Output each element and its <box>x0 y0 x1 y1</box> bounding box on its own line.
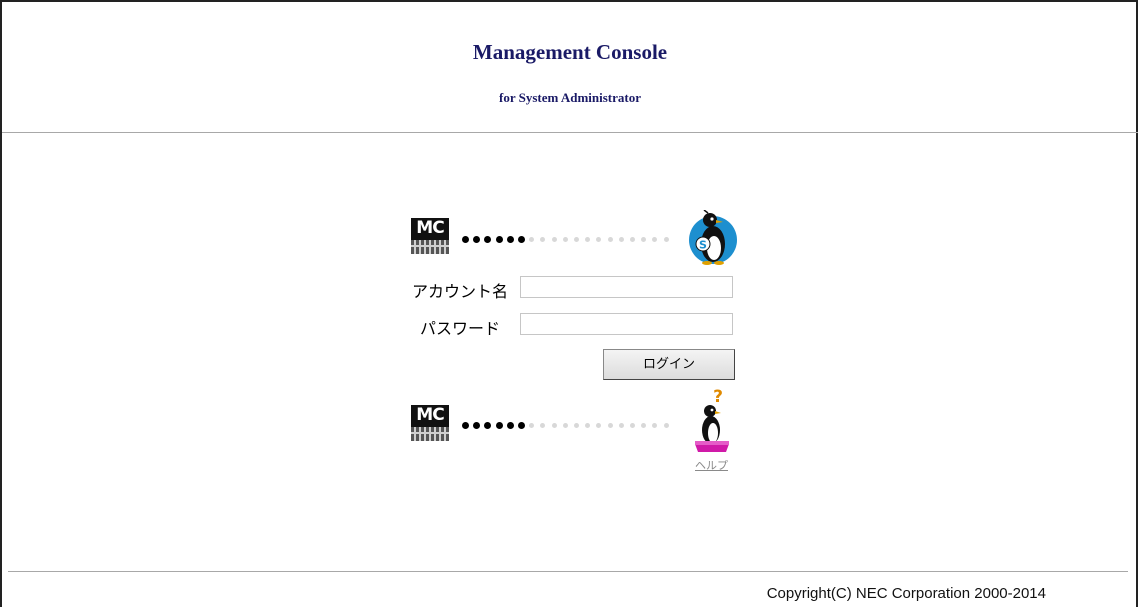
progress-dot-empty <box>596 237 602 242</box>
progress-dot-empty <box>663 423 669 428</box>
progress-dot-empty <box>585 237 591 242</box>
progress-dot-filled <box>462 422 469 429</box>
help-penguin-icon[interactable]: ? <box>692 386 732 456</box>
progress-dot-empty <box>529 237 535 242</box>
connection-dots <box>462 236 682 246</box>
progress-dot-empty <box>540 237 546 242</box>
keyboard-graphic <box>411 238 449 254</box>
page-title: Management Console <box>472 40 668 64</box>
progress-dot-filled <box>495 236 503 243</box>
mc-icon-label: MC <box>411 218 449 238</box>
progress-dot-empty <box>562 423 568 428</box>
server-penguin-icon: S <box>686 209 740 266</box>
progress-dot-filled <box>484 422 492 429</box>
connection-dots-help <box>462 422 682 432</box>
progress-dot-empty <box>551 423 557 428</box>
progress-dot-empty <box>562 237 568 242</box>
progress-dot-empty <box>529 423 535 428</box>
mc-console-icon: MC <box>411 218 449 254</box>
progress-dot-empty <box>652 423 658 428</box>
mc-icon-label-help: MC <box>411 405 449 425</box>
mc-console-icon-help: MC <box>411 405 449 441</box>
progress-dot-filled <box>473 422 481 429</box>
progress-dot-empty <box>574 423 579 428</box>
account-name-input[interactable] <box>520 276 733 298</box>
progress-dot-empty <box>551 237 557 242</box>
progress-dot-empty <box>585 423 591 428</box>
progress-dot-filled <box>518 236 525 243</box>
password-label: パスワード <box>419 321 500 338</box>
progress-dot-filled <box>462 236 469 243</box>
progress-dot-empty <box>607 237 613 242</box>
password-input[interactable] <box>520 313 733 335</box>
progress-dot-empty <box>652 237 658 242</box>
help-link[interactable]: ヘルプ <box>695 457 728 473</box>
footer-divider <box>8 571 1128 572</box>
progress-dot-filled <box>518 422 525 429</box>
progress-dot-empty <box>663 237 669 242</box>
progress-dot-filled <box>484 236 492 243</box>
progress-dot-filled <box>506 422 514 429</box>
progress-dot-empty <box>607 423 613 428</box>
progress-dot-filled <box>506 236 514 243</box>
progress-dot-filled <box>495 422 503 429</box>
progress-dot-empty <box>596 423 602 428</box>
progress-dot-empty <box>618 423 624 428</box>
progress-dot-empty <box>574 237 579 242</box>
copyright-text: Copyright(C) NEC Corporation 2000-2014 <box>766 585 1046 602</box>
account-label: アカウント名 <box>411 284 508 301</box>
keyboard-graphic-help <box>411 425 449 441</box>
progress-dot-empty <box>630 237 635 242</box>
progress-dot-empty <box>618 237 624 242</box>
progress-dot-empty <box>630 423 635 428</box>
progress-dot-empty <box>641 237 647 242</box>
progress-dot-empty <box>540 423 546 428</box>
progress-dot-empty <box>641 423 647 428</box>
svg-text:?: ? <box>713 387 723 407</box>
login-button[interactable]: ログイン <box>603 349 735 380</box>
server-badge-letter: S <box>699 239 707 252</box>
header-divider <box>2 132 1138 133</box>
progress-dot-filled <box>473 236 481 243</box>
page-subtitle: for System Administrator <box>498 90 642 105</box>
